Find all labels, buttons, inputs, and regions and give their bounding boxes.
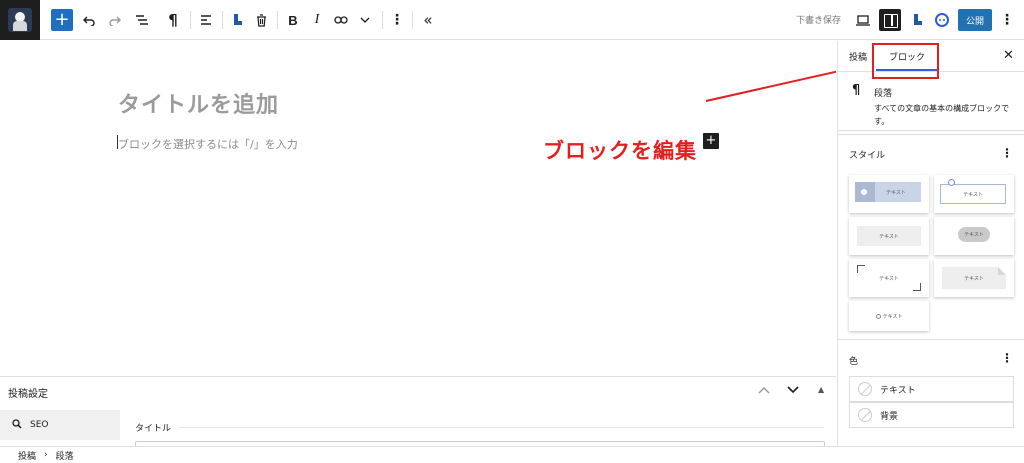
undo-icon[interactable]: [80, 8, 98, 32]
style-sample-text: テキスト: [886, 189, 906, 196]
color-swatch-icon: [858, 408, 872, 422]
style-variation[interactable]: テキスト: [849, 217, 929, 255]
seo-tab-label: SEO: [30, 420, 49, 430]
site-icon: [8, 8, 32, 32]
toolbar-divider: [412, 11, 413, 29]
info-icon: [948, 179, 955, 186]
seo-title-label: タイトル: [135, 424, 172, 434]
style-sample-text: テキスト: [882, 313, 903, 320]
options-menu-icon[interactable]: ⋮: [998, 8, 1016, 32]
post-settings-title: 投稿設定: [8, 389, 48, 400]
style-preview: テキスト: [940, 184, 1006, 204]
chevron-up-icon[interactable]: [758, 383, 770, 397]
document-overview-icon[interactable]: [133, 8, 151, 32]
italic-button[interactable]: I: [308, 8, 326, 32]
style-sample-text: テキスト: [964, 232, 984, 238]
style-variation[interactable]: テキスト: [934, 175, 1014, 213]
close-icon[interactable]: ✕: [1003, 48, 1014, 63]
color-background-label: 背景: [880, 411, 899, 422]
style-preview: テキスト: [857, 226, 921, 246]
style-preview: テキスト: [857, 265, 921, 291]
publish-button[interactable]: 公開: [958, 9, 992, 31]
bullet-icon: [861, 189, 867, 195]
preview-icon[interactable]: [853, 8, 873, 32]
style-variation[interactable]: テキスト: [849, 301, 929, 331]
breadcrumb-item-paragraph[interactable]: 段落: [56, 449, 74, 462]
divider: [178, 427, 824, 428]
style-preview: テキスト: [855, 182, 921, 202]
toolbar-divider: [222, 11, 223, 29]
annotation-arrow: [705, 70, 836, 102]
block-inserter-button[interactable]: +: [51, 9, 73, 31]
circle-icon: [875, 313, 881, 319]
style-sample-text: テキスト: [964, 275, 984, 282]
editor-canvas[interactable]: タイトルを追加 ブロックを選択するには「/」を入力 + ブロックを編集: [0, 41, 836, 376]
paragraph-icon: ¶: [852, 83, 861, 98]
seo-tab[interactable]: SEO: [0, 410, 120, 440]
collapse-toolbar-icon[interactable]: «: [419, 8, 437, 32]
editor-toolbar: + ¶ B I ⋮ « 下書き保存 公開 ⋮: [0, 0, 1024, 40]
toolbar-divider: [277, 11, 278, 29]
annotation-highlight-box: [872, 43, 939, 79]
color-swatch-icon: [858, 382, 872, 396]
align-left-icon[interactable]: [197, 8, 215, 32]
save-draft-button[interactable]: 下書き保存: [796, 13, 841, 26]
block-name: 段落: [874, 89, 893, 99]
paragraph-icon[interactable]: ¶: [164, 8, 182, 32]
color-text-label: テキスト: [880, 385, 916, 396]
collapse-panel-icon[interactable]: ▲: [818, 385, 824, 394]
settings-sidebar: 投稿 ブロック ✕ ¶ 段落 すべての文章の基本の構成ブロックです。 スタイル …: [837, 41, 1024, 446]
corner-bracket-icon: [913, 283, 921, 291]
styles-options-icon[interactable]: ⋮: [1001, 146, 1013, 160]
style-preview: テキスト: [942, 267, 1006, 289]
search-icon: [12, 418, 22, 432]
style-variation[interactable]: テキスト: [849, 175, 929, 213]
breadcrumb: 投稿 › 段落: [0, 446, 1024, 463]
styles-section-title: スタイル: [849, 151, 886, 161]
breadcrumb-item-post[interactable]: 投稿: [18, 449, 36, 462]
bold-button[interactable]: B: [284, 8, 302, 32]
style-sample-text: テキスト: [879, 233, 899, 240]
color-background-row[interactable]: 背景: [849, 402, 1014, 428]
redo-icon[interactable]: [106, 8, 124, 32]
trash-icon[interactable]: [252, 8, 270, 32]
settings-sidebar-toggle[interactable]: [879, 9, 901, 31]
chevron-right-icon: ›: [44, 450, 48, 460]
divider: [838, 134, 1024, 135]
color-section-title: 色: [849, 357, 859, 367]
style-variation[interactable]: テキスト: [934, 259, 1014, 297]
block-description: すべての文章の基本の構成ブロックです。: [874, 104, 1010, 126]
chevron-down-icon[interactable]: [787, 383, 799, 397]
style-variation[interactable]: テキスト: [849, 259, 929, 297]
plugin-block-icon[interactable]: [909, 8, 927, 32]
site-logo[interactable]: [0, 0, 40, 40]
ai-assistant-icon[interactable]: [933, 8, 951, 32]
corner-bracket-icon: [857, 265, 865, 273]
plugin-block-icon[interactable]: [229, 8, 247, 32]
style-preview: テキスト: [857, 307, 921, 325]
tab-post[interactable]: 投稿: [849, 50, 867, 63]
style-variation[interactable]: テキスト: [934, 217, 1014, 255]
link-icon[interactable]: [331, 8, 351, 32]
color-section: 色 ⋮ テキスト 背景: [838, 339, 1024, 446]
style-sample-text: テキスト: [963, 191, 983, 198]
more-options-icon[interactable]: ⋮: [388, 8, 406, 32]
style-sample-text: テキスト: [879, 275, 899, 282]
color-options-icon[interactable]: ⋮: [1001, 351, 1013, 365]
folded-corner-icon: [998, 267, 1006, 275]
block-card: ¶ 段落 すべての文章の基本の構成ブロックです。: [838, 73, 1024, 131]
chevron-down-icon[interactable]: [356, 8, 374, 32]
style-preview: テキスト: [958, 227, 990, 242]
post-settings-panel: 投稿設定 ▲ SEO タイトル: [0, 376, 836, 451]
toolbar-divider: [190, 11, 191, 29]
color-text-row[interactable]: テキスト: [849, 376, 1014, 402]
toolbar-divider: [382, 11, 383, 29]
